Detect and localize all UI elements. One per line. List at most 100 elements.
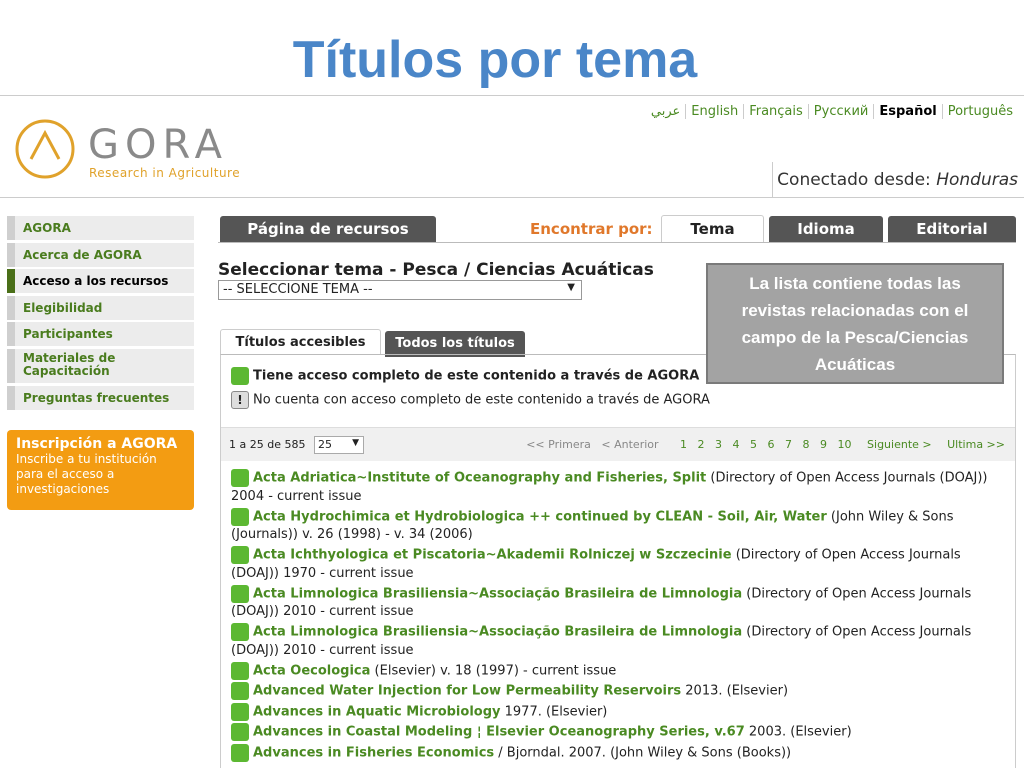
lang-arabic[interactable]: عربي bbox=[646, 104, 685, 119]
legend-none-text: No cuenta con acceso completo de este co… bbox=[253, 392, 710, 408]
per-page-value: 25 bbox=[318, 438, 332, 451]
sidebar-item-about[interactable]: Acerca de AGORA bbox=[7, 242, 194, 267]
header-divider bbox=[0, 197, 1024, 198]
page-next[interactable]: Siguiente > bbox=[867, 438, 932, 451]
sidebar-item-agora[interactable]: AGORA bbox=[7, 216, 194, 240]
top-divider bbox=[0, 95, 1024, 96]
signup-heading: Inscripción a AGORA bbox=[16, 436, 178, 452]
journal-detail: (Elsevier) v. 18 (1997) - current issue bbox=[370, 663, 617, 678]
warning-icon: ! bbox=[231, 391, 249, 409]
full-access-icon bbox=[231, 546, 249, 564]
connected-label: Conectado desde: bbox=[777, 170, 931, 190]
journal-link[interactable]: Acta Limnologica Brasiliensia~Associação… bbox=[253, 625, 742, 640]
journal-link[interactable]: Advances in Fisheries Economics bbox=[253, 745, 494, 760]
page-5[interactable]: 5 bbox=[750, 438, 757, 451]
connected-from: Conectado desde: Honduras bbox=[777, 170, 1018, 190]
page-2[interactable]: 2 bbox=[698, 438, 705, 451]
results-panel: Tiene acceso completo de este contenido … bbox=[220, 354, 1016, 768]
lang-portuguese[interactable]: Português bbox=[941, 104, 1018, 119]
signup-box[interactable]: Inscripción a AGORA Inscribe a tu instit… bbox=[7, 430, 194, 510]
full-access-icon bbox=[231, 469, 249, 487]
page-3[interactable]: 3 bbox=[715, 438, 722, 451]
page-9[interactable]: 9 bbox=[820, 438, 827, 451]
tab-topic[interactable]: Tema bbox=[661, 215, 764, 243]
full-access-icon bbox=[231, 723, 249, 741]
list-item: Acta Ichthyologica et Piscatoria~Akademi… bbox=[231, 546, 1011, 583]
journal-link[interactable]: Acta Adriatica~Institute of Oceanography… bbox=[253, 471, 706, 486]
legend-full-text: Tiene acceso completo de este contenido … bbox=[253, 368, 700, 384]
lang-french[interactable]: Français bbox=[743, 104, 808, 119]
signup-text: Inscribe a tu institución para el acceso… bbox=[16, 452, 157, 496]
pagination-nav: << Primera < Anterior 1 2 3 4 5 6 7 8 9 … bbox=[519, 438, 1005, 451]
page-prev[interactable]: < Anterior bbox=[601, 438, 658, 451]
pagination-bar: 1 a 25 de 585 25 ▼ << Primera < Anterior… bbox=[221, 427, 1015, 461]
callout-note: La lista contiene todas las revistas rel… bbox=[706, 263, 1004, 384]
agora-logo[interactable]: GORA Research in Agriculture bbox=[14, 118, 274, 180]
list-item: Acta Adriatica~Institute of Oceanography… bbox=[231, 469, 1011, 506]
full-access-icon bbox=[231, 623, 249, 641]
page-10[interactable]: 10 bbox=[838, 438, 852, 451]
page-first[interactable]: << Primera bbox=[526, 438, 591, 451]
page-7[interactable]: 7 bbox=[785, 438, 792, 451]
list-item: Acta Limnologica Brasiliensia~Associação… bbox=[231, 584, 1011, 622]
legend-no-access: ! No cuenta con acceso completo de este c… bbox=[231, 391, 710, 409]
full-access-icon bbox=[231, 702, 249, 721]
find-by-label: Encontrar por: bbox=[530, 220, 653, 238]
page-6[interactable]: 6 bbox=[768, 438, 775, 451]
page-4[interactable]: 4 bbox=[733, 438, 740, 451]
full-access-icon bbox=[231, 507, 249, 526]
full-access-icon bbox=[231, 584, 249, 603]
journal-detail: 2003. (Elsevier) bbox=[744, 724, 852, 740]
list-item: Advances in Fisheries Economics / Bjornd… bbox=[231, 743, 1011, 763]
result-count: 1 a 25 de 585 bbox=[229, 438, 306, 451]
list-item: Advances in Aquatic Microbiology 1977. (… bbox=[231, 702, 1011, 722]
page-8[interactable]: 8 bbox=[803, 438, 810, 451]
tab-language[interactable]: Idioma bbox=[769, 216, 883, 243]
tab-resources[interactable]: Página de recursos bbox=[220, 216, 436, 243]
tab-underline bbox=[218, 242, 1016, 243]
page-last[interactable]: Ultima >> bbox=[947, 438, 1005, 451]
journal-link[interactable]: Advances in Coastal Modeling ¦ Elsevier … bbox=[253, 725, 745, 740]
language-bar: عربي English Français Русский Español Portugu… bbox=[646, 104, 1018, 119]
sidebar-item-participants[interactable]: Participantes bbox=[7, 322, 194, 347]
journal-link[interactable]: Advanced Water Injection for Low Permeab… bbox=[253, 684, 681, 699]
full-access-icon bbox=[231, 743, 249, 762]
journal-link[interactable]: Acta Hydrochimica et Hydrobiologica ++ c… bbox=[253, 509, 827, 524]
page-1[interactable]: 1 bbox=[680, 438, 687, 451]
journal-link[interactable]: Acta Limnologica Brasiliensia~Associação… bbox=[253, 586, 742, 601]
select-topic-title: Seleccionar tema - Pesca / Ciencias Acuá… bbox=[218, 260, 654, 280]
sidebar-item-training[interactable]: Materiales de Capacitación bbox=[7, 348, 194, 383]
topic-select-value: -- SELECCIONE TEMA -- bbox=[223, 282, 373, 297]
journal-link[interactable]: Advances in Aquatic Microbiology bbox=[253, 704, 501, 719]
lang-russian[interactable]: Русский bbox=[807, 104, 874, 119]
logo-tagline: Research in Agriculture bbox=[89, 166, 241, 180]
sidebar-item-faq[interactable]: Preguntas frecuentes bbox=[7, 385, 194, 410]
tab-accessible-titles[interactable]: Títulos accesibles bbox=[220, 329, 381, 355]
journal-detail: / Bjorndal. 2007. (John Wiley & Sons (Bo… bbox=[494, 745, 792, 760]
journal-link[interactable]: Acta Ichthyologica et Piscatoria~Akademi… bbox=[253, 548, 732, 563]
full-access-icon bbox=[231, 367, 249, 385]
list-item: Advanced Water Injection for Low Permeab… bbox=[231, 682, 1011, 701]
sidebar-item-eligibility[interactable]: Elegibilidad bbox=[7, 295, 194, 320]
slide-title: Títulos por tema bbox=[292, 31, 698, 89]
topic-select[interactable]: -- SELECCIONE TEMA -- ▼ bbox=[218, 280, 582, 300]
per-page-arrow-icon: ▼ bbox=[352, 438, 359, 448]
logo-wordmark: GORA bbox=[88, 122, 229, 168]
list-item: Advances in Coastal Modeling ¦ Elsevier … bbox=[231, 723, 1011, 742]
legend-full-access: Tiene acceso completo de este contenido … bbox=[231, 367, 699, 385]
connected-country: Honduras bbox=[936, 170, 1018, 190]
journal-detail: 1977. (Elsevier) bbox=[500, 704, 608, 719]
list-item: Acta Oecologica (Elsevier) v. 18 (1997) … bbox=[231, 661, 1011, 681]
tab-publisher[interactable]: Editorial bbox=[888, 216, 1016, 243]
list-item: Acta Limnologica Brasiliensia~Associação… bbox=[231, 623, 1011, 660]
journal-link[interactable]: Acta Oecologica bbox=[253, 663, 370, 678]
lang-spanish[interactable]: Español bbox=[873, 104, 942, 119]
sidebar: AGORA Acerca de AGORA Acceso a los recur… bbox=[7, 216, 194, 412]
full-access-icon bbox=[231, 682, 249, 700]
list-item: Acta Hydrochimica et Hydrobiologica ++ c… bbox=[231, 507, 1011, 545]
sidebar-item-resources[interactable]: Acceso a los recursos bbox=[7, 269, 194, 294]
results-list: Acta Adriatica~Institute of Oceanography… bbox=[231, 469, 1011, 764]
lang-english[interactable]: English bbox=[685, 104, 744, 119]
full-access-icon bbox=[231, 661, 249, 680]
per-page-select[interactable]: 25 ▼ bbox=[314, 436, 364, 454]
